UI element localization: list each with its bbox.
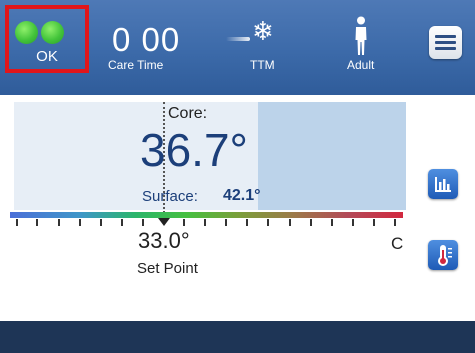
mode-indicator-line [226,37,250,41]
status-light-icon [41,21,64,44]
set-point-value[interactable]: 33.0° [138,230,190,252]
status-light-icon [15,21,38,44]
hamburger-menu-icon [435,47,456,50]
top-bar: OK 0 00 Care Time ❄ TTM Adult [0,0,475,95]
device-screen: OK 0 00 Care Time ❄ TTM Adult Core: 36.7… [0,0,475,353]
temperature-scale-bar [10,212,403,218]
surface-temp-value: 42.1° [223,187,261,204]
scale-tick [331,219,333,226]
scale-tick [204,219,206,226]
scale-tick [58,219,60,226]
patient-type-label: Adult [347,58,375,72]
hamburger-menu-icon [435,35,456,38]
trend-chart-button[interactable] [428,169,458,199]
scale-tick [373,219,375,226]
mode-label: TTM [250,58,275,72]
scale-tick [121,219,123,226]
scale-tick [225,219,227,226]
status-label: OK [36,48,58,65]
scale-tick [267,219,269,226]
scale-tick [246,219,248,226]
temperature-range-highlight [258,102,406,210]
core-temp-value: 36.7° [140,124,248,176]
person-icon [355,16,367,55]
surface-temp-label: Surface: [142,188,198,205]
hamburger-menu-icon [435,41,456,44]
core-temp-label: Core: [168,105,208,122]
scale-tick [79,219,81,226]
thermometer-icon [438,245,452,266]
status-indicator[interactable]: OK [5,5,89,73]
scale-tick [183,219,185,226]
scale-tick [394,219,396,226]
care-time-value: 0 00 [112,21,181,58]
bar-chart-icon [435,177,451,192]
care-time-label: Care Time [108,58,164,72]
scale-tick [142,219,144,226]
temperature-unit: C [391,234,404,253]
set-point-pointer-icon [158,218,170,226]
scale-tick [36,219,38,226]
menu-button[interactable] [429,26,462,59]
temperature-button[interactable] [428,240,458,270]
snowflake-icon: ❄ [252,16,274,46]
footer-bar [0,321,475,353]
scale-tick [352,219,354,226]
scale-tick [310,219,312,226]
scale-tick [16,219,18,226]
set-point-label: Set Point [137,260,198,277]
scale-tick [289,219,291,226]
scale-tick [100,219,102,226]
